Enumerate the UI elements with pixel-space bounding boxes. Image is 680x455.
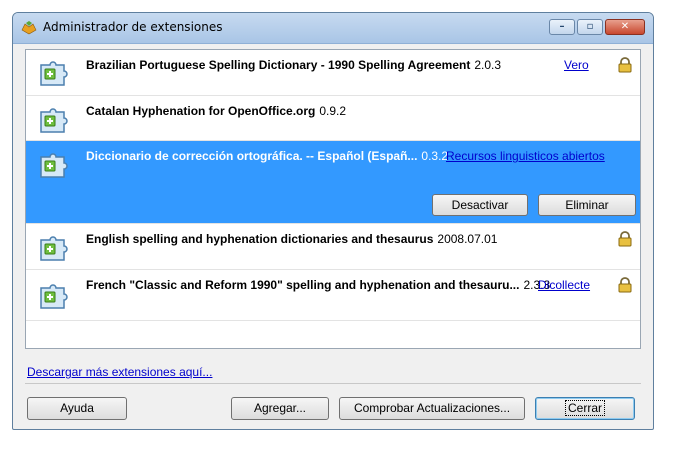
maximize-button[interactable]: ▫ bbox=[577, 19, 603, 35]
window-controls: – ▫ ✕ bbox=[549, 19, 645, 35]
lock-icon bbox=[618, 277, 632, 293]
extension-row[interactable]: French "Classic and Reform 1990" spellin… bbox=[26, 270, 640, 321]
close-icon: ✕ bbox=[620, 21, 630, 32]
extension-puzzle-icon bbox=[40, 153, 68, 178]
extension-puzzle-icon bbox=[40, 284, 68, 309]
extension-puzzle-icon bbox=[40, 108, 68, 133]
title-bar: Administrador de extensiones – ▫ ✕ bbox=[13, 13, 653, 44]
extension-row-selected[interactable]: Diccionario de corrección ortográfica. -… bbox=[26, 141, 640, 224]
extension-puzzle-icon bbox=[40, 61, 68, 86]
extension-publisher-link[interactable]: Dicollecte bbox=[538, 278, 590, 292]
close-button-label: Cerrar bbox=[564, 400, 606, 416]
disable-button[interactable]: Desactivar bbox=[432, 194, 528, 216]
minimize-icon: – bbox=[559, 21, 565, 32]
help-button[interactable]: Ayuda bbox=[27, 397, 127, 420]
extension-name: French "Classic and Reform 1990" spellin… bbox=[86, 278, 551, 292]
extension-puzzle-icon bbox=[40, 236, 68, 261]
extension-list[interactable]: Brazilian Portuguese Spelling Dictionary… bbox=[25, 49, 641, 349]
lock-icon bbox=[618, 57, 632, 73]
extension-manager-icon bbox=[21, 21, 37, 35]
extension-row[interactable]: Brazilian Portuguese Spelling Dictionary… bbox=[26, 50, 640, 96]
check-updates-button[interactable]: Comprobar Actualizaciones... bbox=[339, 397, 525, 420]
extension-row[interactable]: Catalan Hyphenation for OpenOffice.org 0.… bbox=[26, 96, 640, 141]
extension-name: Catalan Hyphenation for OpenOffice.org 0.… bbox=[86, 104, 347, 118]
remove-button[interactable]: Eliminar bbox=[538, 194, 636, 216]
download-extensions-link[interactable]: Descargar más extensiones aquí... bbox=[27, 365, 212, 379]
extension-publisher-link[interactable]: Recursos linguisticos abiertos bbox=[446, 149, 605, 163]
close-button[interactable]: Cerrar bbox=[535, 397, 635, 420]
maximize-icon: ▫ bbox=[586, 21, 594, 32]
extension-name: Brazilian Portuguese Spelling Dictionary… bbox=[86, 58, 502, 72]
extension-manager-window: Administrador de extensiones – ▫ ✕ Brazi… bbox=[12, 12, 654, 430]
extension-publisher-link[interactable]: Vero bbox=[564, 58, 589, 72]
extension-name: English spelling and hyphenation diction… bbox=[86, 232, 498, 246]
extension-name: Diccionario de corrección ortográfica. -… bbox=[86, 149, 449, 163]
lock-icon bbox=[618, 231, 632, 247]
close-window-button[interactable]: ✕ bbox=[605, 19, 645, 35]
extension-row[interactable]: English spelling and hyphenation diction… bbox=[26, 224, 640, 270]
window-title: Administrador de extensiones bbox=[43, 20, 223, 34]
minimize-button[interactable]: – bbox=[549, 19, 575, 35]
add-button[interactable]: Agregar... bbox=[231, 397, 329, 420]
separator bbox=[25, 383, 641, 384]
